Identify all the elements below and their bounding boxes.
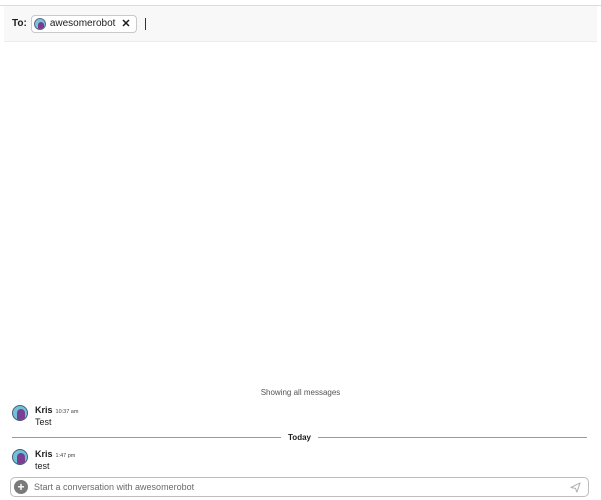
message-text: test	[35, 461, 50, 471]
recipient-chip[interactable]: awesomerobot ✕	[30, 14, 137, 33]
close-icon[interactable]: ✕	[121, 17, 130, 30]
message-timestamp: 1:47 pm	[55, 453, 76, 459]
message-input[interactable]	[34, 479, 568, 495]
avatar-icon	[33, 17, 46, 30]
divider-line	[12, 436, 282, 438]
to-label: To:	[12, 18, 27, 29]
message-body: Kris 10:37 am Test	[35, 405, 78, 427]
recipient-name: awesomerobot	[49, 18, 116, 29]
plus-icon[interactable]: +	[14, 480, 28, 494]
message-header: Kris 1:47 pm	[35, 449, 75, 459]
avatar-icon[interactable]	[12, 405, 28, 421]
message-item: Kris 10:37 am Test	[12, 405, 587, 427]
divider-line	[317, 436, 587, 438]
message-timestamp: 10:37 am	[55, 409, 79, 415]
message-author[interactable]: Kris	[35, 449, 53, 459]
message-body: Kris 1:47 pm test	[35, 449, 75, 471]
divider-label: Today	[288, 432, 311, 442]
message-text: Test	[35, 417, 52, 427]
message-author[interactable]: Kris	[35, 405, 53, 415]
message-item: Kris 1:47 pm test	[12, 449, 587, 471]
avatar-icon[interactable]	[12, 449, 28, 465]
text-cursor[interactable]	[144, 17, 146, 30]
send-icon[interactable]	[568, 480, 582, 494]
message-composer: +	[10, 477, 589, 497]
date-divider: Today	[12, 432, 587, 442]
history-note: Showing all messages	[260, 388, 341, 397]
recipient-bar: To: awesomerobot ✕	[4, 6, 597, 42]
message-header: Kris 10:37 am	[35, 405, 78, 415]
